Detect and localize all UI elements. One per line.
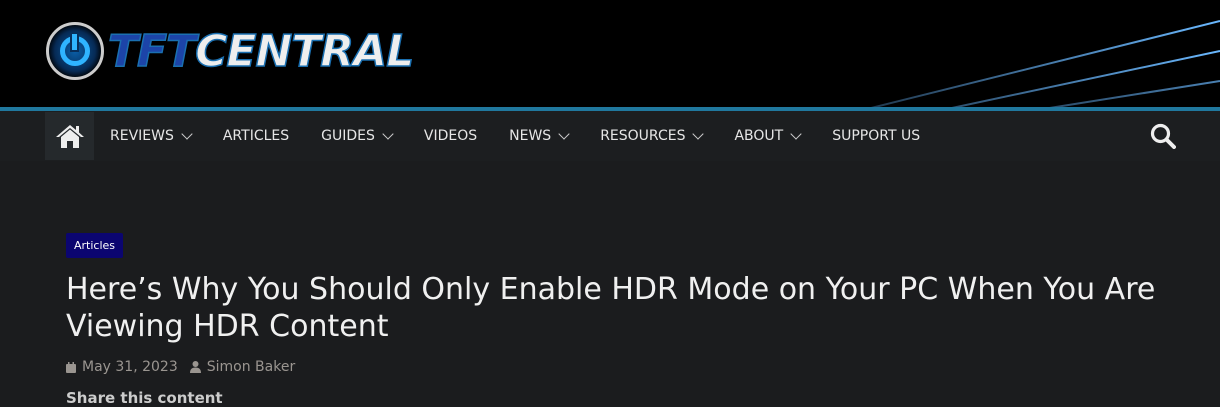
power-icon: [46, 22, 104, 80]
article-title: Here’s Why You Should Only Enable HDR Mo…: [66, 272, 1156, 344]
nav-item-about[interactable]: ABOUT: [734, 127, 802, 144]
nav-item-articles[interactable]: ARTICLES: [223, 128, 289, 144]
logo-text: TFTCENTRAL: [107, 25, 415, 78]
article-date[interactable]: May 31, 2023: [82, 359, 178, 375]
calendar-icon: [66, 361, 76, 373]
share-heading: Share this content: [66, 389, 223, 407]
user-icon: [189, 361, 201, 373]
main-nav: REVIEWS ARTICLES GUIDES VIDEOS NEWS RESOURCES…: [0, 111, 1220, 161]
home-icon: [55, 125, 84, 148]
nav-item-label: SUPPORT US: [832, 128, 921, 144]
logo-part-2: CENTRAL: [194, 25, 415, 78]
nav-item-resources[interactable]: RESOURCES: [600, 127, 705, 144]
site-header: TFTCENTRAL: [0, 0, 1220, 107]
nav-item-news[interactable]: NEWS: [509, 127, 570, 144]
chevron-down-icon: [558, 127, 570, 140]
search-icon: [1150, 123, 1176, 149]
nav-item-support-us[interactable]: SUPPORT US: [832, 128, 920, 144]
nav-item-label: REVIEWS: [110, 128, 174, 144]
nav-item-label: GUIDES: [321, 128, 375, 144]
nav-item-guides[interactable]: GUIDES: [321, 127, 394, 144]
logo-part-1: TFT: [107, 25, 197, 78]
article-meta: May 31, 2023 Simon Baker: [66, 359, 1220, 375]
article-header: Articles Here’s Why You Should Only Enab…: [0, 161, 1220, 407]
nav-item-label: ABOUT: [734, 128, 784, 144]
search-button[interactable]: [1150, 123, 1176, 153]
home-button[interactable]: [45, 112, 94, 160]
article-author[interactable]: Simon Baker: [207, 359, 295, 375]
chevron-down-icon: [382, 127, 394, 140]
nav-item-label: RESOURCES: [600, 128, 686, 144]
nav-item-reviews[interactable]: REVIEWS: [110, 127, 193, 144]
nav-item-label: NEWS: [509, 128, 552, 144]
chevron-down-icon: [692, 127, 705, 140]
nav-item-label: ARTICLES: [222, 128, 290, 144]
category-badge[interactable]: Articles: [66, 233, 124, 258]
chevron-down-icon: [790, 127, 802, 140]
nav-item-videos[interactable]: VIDEOS: [424, 128, 477, 144]
nav-item-label: VIDEOS: [423, 128, 478, 144]
chevron-down-icon: [181, 127, 193, 140]
site-logo[interactable]: TFTCENTRAL: [46, 22, 415, 80]
